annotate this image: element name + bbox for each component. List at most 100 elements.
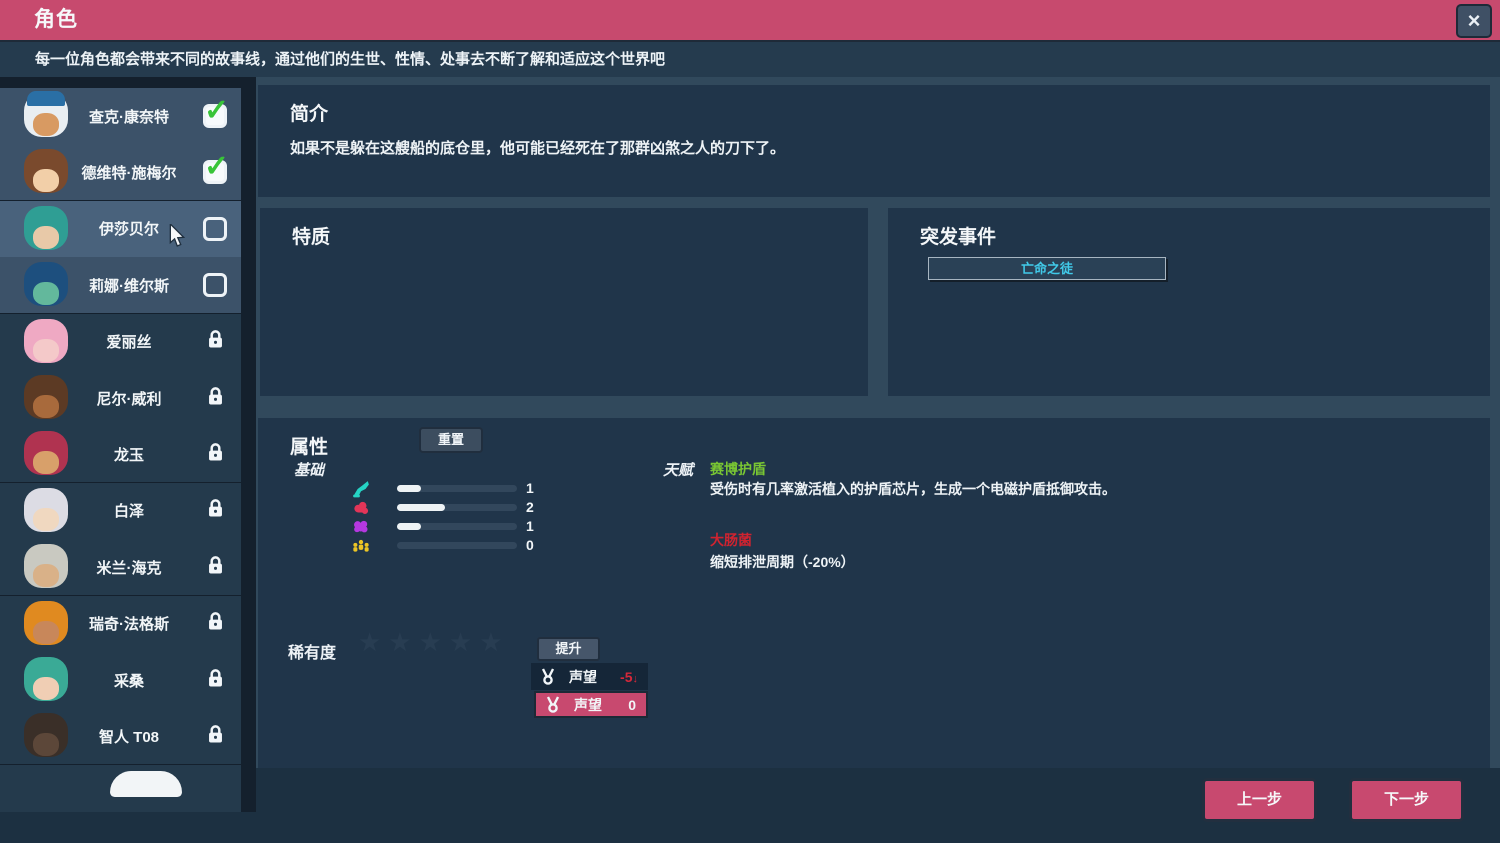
upgrade-button[interactable]: 提升 <box>537 637 600 661</box>
stat-bar-fill <box>397 485 421 492</box>
intro-title: 简介 <box>290 99 328 126</box>
brain-icon <box>352 518 370 536</box>
avatar <box>23 375 69 421</box>
character-name: 白泽 <box>69 500 189 521</box>
character-row[interactable]: 伊莎贝尔 <box>0 201 241 257</box>
avatar <box>23 544 69 590</box>
event-item-button[interactable]: 亡命之徒 <box>928 257 1166 280</box>
stat-bar-fill <box>397 504 445 511</box>
events-title: 突发事件 <box>920 222 996 249</box>
cost-value: -5↓ <box>620 669 638 685</box>
lock-icon <box>206 497 225 524</box>
avatar <box>23 601 69 647</box>
avatar <box>23 262 69 308</box>
close-icon[interactable]: × <box>1456 4 1492 38</box>
character-name: 德维特·施梅尔 <box>69 162 189 183</box>
talent-debuff-name: 大肠菌 <box>710 530 752 550</box>
stat-bar-fill <box>397 523 421 530</box>
character-row[interactable]: 米兰·海克 <box>0 539 241 595</box>
lock-icon <box>206 554 225 581</box>
character-row[interactable]: 德维特·施梅尔 ✓ <box>0 144 241 200</box>
avatar <box>23 488 69 534</box>
character-row[interactable]: 莉娜·维尔斯 <box>0 257 241 313</box>
character-name: 米兰·海克 <box>69 557 189 578</box>
stat-bar-track <box>397 523 517 530</box>
agility-icon <box>352 480 370 498</box>
attributes-panel: 属性 重置 基础 1 2 1 0 天赋 赛博护盾 受伤时有几率激活植入的护盾芯片，生成… <box>258 418 1490 768</box>
check-icon: ✓ <box>204 93 229 128</box>
rarity-label: 稀有度 <box>288 639 336 663</box>
lock-icon <box>206 385 225 412</box>
upgrade-cost-row: 声望 -5↓ <box>531 663 648 690</box>
stat-bar-track <box>397 504 517 511</box>
subtitle-strip: 每一位角色都会带来不同的故事线，通过他们的生世、性情、处事去不断了解和适应这个世… <box>0 42 1500 77</box>
attributes-title: 属性 <box>290 432 328 459</box>
prev-step-button[interactable]: 上一步 <box>1202 778 1317 822</box>
lock-icon <box>206 610 225 637</box>
character-row[interactable]: 白泽 <box>0 483 241 539</box>
stat-value: 0 <box>526 537 534 553</box>
cost-label: 声望 <box>574 695 602 715</box>
talent-buff-desc: 受伤时有几率激活植入的护盾芯片，生成一个电磁护盾抵御攻击。 <box>710 479 1116 499</box>
lock-icon <box>206 328 225 355</box>
reset-button[interactable]: 重置 <box>419 427 483 453</box>
select-checkbox[interactable] <box>203 217 227 241</box>
avatar <box>23 319 69 365</box>
select-checkbox[interactable] <box>203 273 227 297</box>
character-name: 智人 T08 <box>69 726 189 747</box>
stat-value: 1 <box>526 480 534 496</box>
character-row[interactable]: 采桑 <box>0 652 241 708</box>
cost-value: 0 <box>628 697 636 713</box>
character-row[interactable]: 查克·康奈特 ✓ <box>0 88 241 144</box>
stat-bar-track <box>397 485 517 492</box>
character-name: 莉娜·维尔斯 <box>69 275 189 296</box>
page-title: 角色 <box>34 0 78 40</box>
strength-icon <box>352 499 370 517</box>
lock-icon <box>206 723 225 750</box>
character-row[interactable] <box>0 765 241 812</box>
lock-icon <box>206 441 225 468</box>
select-checkbox[interactable]: ✓ <box>203 104 227 128</box>
dialog-header: 角色 × <box>0 0 1500 42</box>
medal-icon <box>539 668 557 686</box>
avatar <box>23 93 69 139</box>
avatar <box>23 431 69 477</box>
intro-panel: 简介 如果不是躲在这艘船的底仓里，他可能已经死在了那群凶煞之人的刀下了。 <box>258 85 1490 197</box>
character-row[interactable]: 龙玉 <box>0 426 241 482</box>
stat-row: 1 <box>258 518 858 536</box>
social-icon <box>352 537 370 555</box>
character-dialog: 角色 × 每一位角色都会带来不同的故事线，通过他们的生世、性情、处事去不断了解和… <box>0 0 1500 843</box>
traits-title: 特质 <box>292 222 330 249</box>
character-list: 查克·康奈特 ✓ 德维特·施梅尔 ✓ 伊莎贝尔莉娜·维尔斯爱丽丝尼尔·威利龙玉白泽米兰·… <box>0 77 256 812</box>
talent-label: 天赋 <box>663 459 693 480</box>
traits-panel: 特质 <box>260 208 868 396</box>
avatar <box>23 657 69 703</box>
character-name: 查克·康奈特 <box>69 106 189 127</box>
talent-buff-name: 赛博护盾 <box>710 459 766 479</box>
stat-bar-track <box>397 542 517 549</box>
character-name: 龙玉 <box>69 444 189 465</box>
rarity-stars: ★★★★★ <box>358 627 510 658</box>
select-checkbox[interactable]: ✓ <box>203 160 227 184</box>
stat-value: 1 <box>526 518 534 534</box>
character-row[interactable]: 尼尔·威利 <box>0 370 241 426</box>
character-name: 瑞奇·法格斯 <box>69 613 189 634</box>
character-row[interactable]: 智人 T08 <box>0 708 241 764</box>
character-row[interactable]: 爱丽丝 <box>0 314 241 370</box>
character-row[interactable]: 瑞奇·法格斯 <box>0 596 241 652</box>
mouse-cursor <box>168 224 186 248</box>
next-step-button[interactable]: 下一步 <box>1349 778 1464 822</box>
cost-label: 声望 <box>569 667 597 687</box>
base-label: 基础 <box>294 459 324 480</box>
stat-value: 2 <box>526 499 534 515</box>
avatar <box>23 149 69 195</box>
intro-body: 如果不是躲在这艘船的底仓里，他可能已经死在了那群凶煞之人的刀下了。 <box>290 137 785 158</box>
stat-row: 2 <box>258 499 858 517</box>
character-name: 采桑 <box>69 670 189 691</box>
medal-icon <box>544 696 562 714</box>
character-name: 尼尔·威利 <box>69 388 189 409</box>
subtitle-text: 每一位角色都会带来不同的故事线，通过他们的生世、性情、处事去不断了解和适应这个世… <box>35 42 665 77</box>
talent-debuff-desc: 缩短排泄周期（-20%） <box>710 552 855 572</box>
avatar <box>110 771 182 797</box>
avatar <box>23 206 69 252</box>
